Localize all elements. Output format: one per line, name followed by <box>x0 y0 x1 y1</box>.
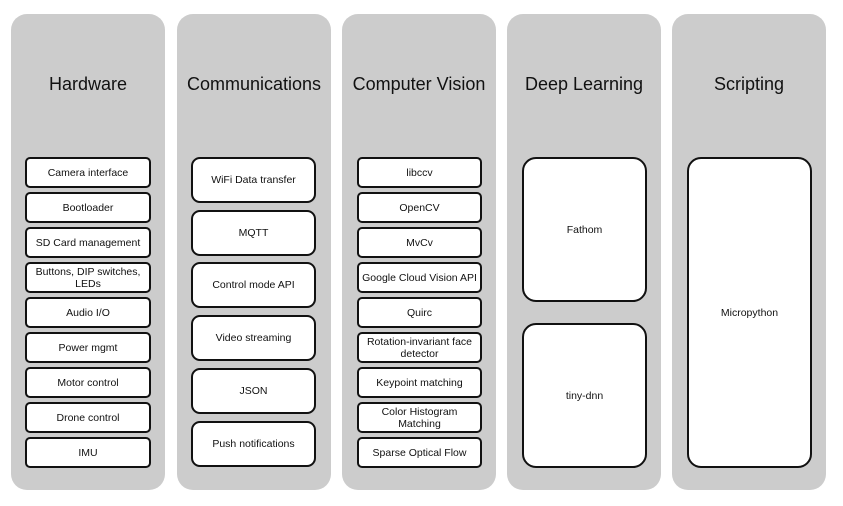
item-google-cloud-vision-api: Google Cloud Vision API <box>357 262 482 293</box>
item-control-mode-api: Control mode API <box>191 262 316 308</box>
column-title: Communications <box>186 74 322 94</box>
item-wifi-data-transfer: WiFi Data transfer <box>191 157 316 203</box>
item-color-histogram-matching: Color Histogram Matching <box>357 402 482 433</box>
item-power-mgmt: Power mgmt <box>25 332 151 363</box>
item-tiny-dnn: tiny-dnn <box>522 323 647 468</box>
item-mvcv: MvCv <box>357 227 482 258</box>
item-quirc: Quirc <box>357 297 482 328</box>
item-camera-interface: Camera interface <box>25 157 151 188</box>
item-json: JSON <box>191 368 316 414</box>
item-fathom: Fathom <box>522 157 647 302</box>
item-sparse-optical-flow: Sparse Optical Flow <box>357 437 482 468</box>
item-opencv: OpenCV <box>357 192 482 223</box>
column-title: Computer Vision <box>352 74 486 94</box>
column-title: Scripting <box>713 74 785 94</box>
item-video-streaming: Video streaming <box>191 315 316 361</box>
column-title: Deep Learning <box>524 74 644 94</box>
item-micropython: Micropython <box>687 157 812 468</box>
item-sd-card-management: SD Card management <box>25 227 151 258</box>
item-libccv: libccv <box>357 157 482 188</box>
item-motor-control: Motor control <box>25 367 151 398</box>
item-rotation-invariant-face-detector: Rotation-invariant face detector <box>357 332 482 363</box>
item-push-notifications: Push notifications <box>191 421 316 467</box>
item-bootloader: Bootloader <box>25 192 151 223</box>
item-audio-io: Audio I/O <box>25 297 151 328</box>
item-drone-control: Drone control <box>25 402 151 433</box>
item-buttons-dip-leds: Buttons, DIP switches, LEDs <box>25 262 151 293</box>
item-mqtt: MQTT <box>191 210 316 256</box>
column-title: Hardware <box>48 74 128 94</box>
item-keypoint-matching: Keypoint matching <box>357 367 482 398</box>
item-imu: IMU <box>25 437 151 468</box>
